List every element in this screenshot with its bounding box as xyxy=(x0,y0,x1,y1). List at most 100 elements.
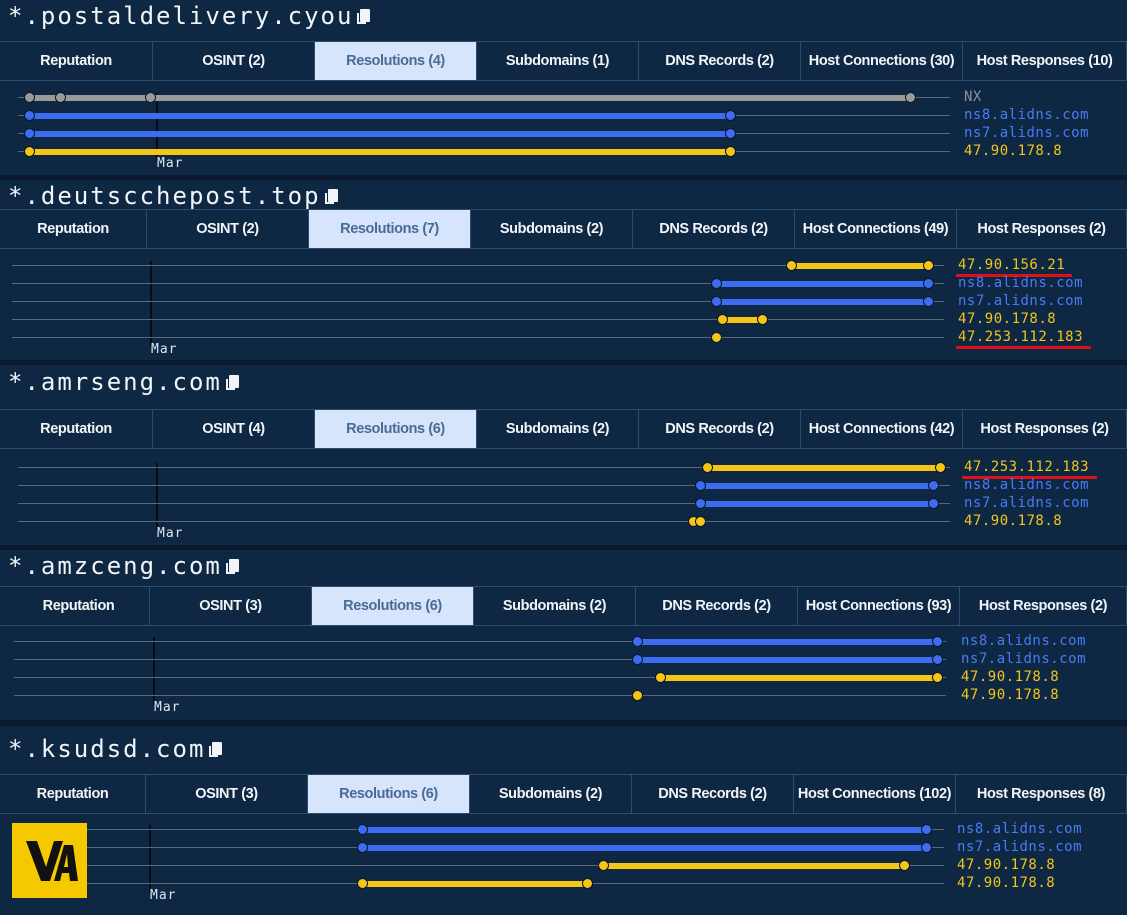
resolution-point[interactable] xyxy=(655,672,666,683)
resolution-bar[interactable] xyxy=(603,863,904,869)
resolution-point[interactable] xyxy=(923,278,934,289)
tab-resolutions[interactable]: Resolutions (6) xyxy=(312,587,474,625)
tab-host[interactable]: Host Responses (10) xyxy=(963,42,1127,80)
resolution-label[interactable]: 47.253.112.183 xyxy=(958,329,1083,345)
copy-icon[interactable] xyxy=(225,559,239,575)
tab-host[interactable]: Host Connections (49) xyxy=(795,210,957,248)
resolution-point[interactable] xyxy=(357,824,368,835)
resolution-point[interactable] xyxy=(786,260,797,271)
resolution-point[interactable] xyxy=(928,498,939,509)
copy-icon[interactable] xyxy=(225,375,239,391)
resolution-label[interactable]: ns7.alidns.com xyxy=(961,651,1086,667)
resolution-bar[interactable] xyxy=(660,675,937,681)
resolution-point[interactable] xyxy=(711,278,722,289)
tab-host[interactable]: Host Responses (2) xyxy=(960,587,1127,625)
resolution-point[interactable] xyxy=(711,296,722,307)
resolution-point[interactable] xyxy=(725,128,736,139)
tab-subdomains[interactable]: Subdomains (2) xyxy=(471,210,633,248)
resolution-label[interactable]: ns7.alidns.com xyxy=(958,293,1083,309)
tab-resolutions[interactable]: Resolutions (6) xyxy=(308,775,470,813)
resolution-point[interactable] xyxy=(725,146,736,157)
tab-reputation[interactable]: Reputation xyxy=(0,775,146,813)
resolution-point[interactable] xyxy=(725,110,736,121)
resolution-point[interactable] xyxy=(695,480,706,491)
resolution-bar[interactable] xyxy=(637,639,937,645)
resolution-point[interactable] xyxy=(145,92,156,103)
tab-host[interactable]: Host Responses (2) xyxy=(957,210,1127,248)
resolution-point[interactable] xyxy=(702,462,713,473)
resolution-label[interactable]: ns8.alidns.com xyxy=(964,107,1089,123)
resolution-bar[interactable] xyxy=(722,317,762,323)
tab-dns[interactable]: DNS Records (2) xyxy=(639,410,801,448)
resolution-bar[interactable] xyxy=(700,501,933,507)
tab-osint[interactable]: OSINT (4) xyxy=(153,410,315,448)
resolution-label[interactable]: ns8.alidns.com xyxy=(961,633,1086,649)
resolution-label[interactable]: 47.90.178.8 xyxy=(957,875,1055,891)
resolution-bar[interactable] xyxy=(362,845,926,851)
copy-icon[interactable] xyxy=(209,742,223,758)
resolution-point[interactable] xyxy=(632,636,643,647)
resolution-point[interactable] xyxy=(717,314,728,325)
resolution-point[interactable] xyxy=(632,690,643,701)
tab-resolutions[interactable]: Resolutions (4) xyxy=(315,42,477,80)
resolution-point[interactable] xyxy=(695,516,706,527)
tab-reputation[interactable]: Reputation xyxy=(0,210,147,248)
resolution-point[interactable] xyxy=(632,654,643,665)
tab-reputation[interactable]: Reputation xyxy=(0,42,153,80)
resolution-label[interactable]: ns7.alidns.com xyxy=(964,125,1089,141)
tab-subdomains[interactable]: Subdomains (2) xyxy=(477,410,639,448)
resolution-bar[interactable] xyxy=(700,483,933,489)
tab-host[interactable]: Host Connections (42) xyxy=(801,410,963,448)
resolution-point[interactable] xyxy=(711,332,722,343)
resolution-point[interactable] xyxy=(357,878,368,889)
resolution-point[interactable] xyxy=(695,498,706,509)
resolution-bar[interactable] xyxy=(362,827,926,833)
resolution-point[interactable] xyxy=(357,842,368,853)
resolution-point[interactable] xyxy=(923,260,934,271)
resolution-point[interactable] xyxy=(905,92,916,103)
tab-resolutions[interactable]: Resolutions (6) xyxy=(315,410,477,448)
tab-osint[interactable]: OSINT (2) xyxy=(153,42,315,80)
resolution-label[interactable]: 47.90.178.8 xyxy=(957,857,1055,873)
tab-host[interactable]: Host Responses (8) xyxy=(956,775,1127,813)
tab-subdomains[interactable]: Subdomains (2) xyxy=(474,587,636,625)
resolution-point[interactable] xyxy=(921,824,932,835)
resolution-point[interactable] xyxy=(932,654,943,665)
resolution-label[interactable]: ns8.alidns.com xyxy=(964,477,1089,493)
tab-host[interactable]: Host Connections (102) xyxy=(794,775,956,813)
resolution-label[interactable]: NX xyxy=(964,89,982,105)
resolution-bar[interactable] xyxy=(362,881,587,887)
tab-osint[interactable]: OSINT (3) xyxy=(146,775,308,813)
copy-icon[interactable] xyxy=(357,9,371,25)
resolution-bar[interactable] xyxy=(637,657,937,663)
resolution-label[interactable]: ns8.alidns.com xyxy=(958,275,1083,291)
resolution-label[interactable]: ns7.alidns.com xyxy=(957,839,1082,855)
resolution-point[interactable] xyxy=(932,672,943,683)
tab-dns[interactable]: DNS Records (2) xyxy=(632,775,794,813)
resolution-bar[interactable] xyxy=(791,263,928,269)
resolution-point[interactable] xyxy=(928,480,939,491)
resolution-point[interactable] xyxy=(935,462,946,473)
resolution-point[interactable] xyxy=(55,92,66,103)
resolution-label[interactable]: 47.90.178.8 xyxy=(964,143,1062,159)
resolution-point[interactable] xyxy=(923,296,934,307)
copy-icon[interactable] xyxy=(324,189,338,205)
tab-subdomains[interactable]: Subdomains (1) xyxy=(477,42,639,80)
tab-host[interactable]: Host Connections (30) xyxy=(801,42,963,80)
resolution-bar[interactable] xyxy=(716,281,928,287)
tab-dns[interactable]: DNS Records (2) xyxy=(636,587,798,625)
resolution-point[interactable] xyxy=(24,146,35,157)
resolution-point[interactable] xyxy=(899,860,910,871)
tab-osint[interactable]: OSINT (2) xyxy=(147,210,309,248)
resolution-label[interactable]: 47.253.112.183 xyxy=(964,459,1089,475)
resolution-bar[interactable] xyxy=(29,95,910,101)
tab-dns[interactable]: DNS Records (2) xyxy=(639,42,801,80)
tab-subdomains[interactable]: Subdomains (2) xyxy=(470,775,632,813)
tab-reputation[interactable]: Reputation xyxy=(8,587,150,625)
tab-host[interactable]: Host Responses (2) xyxy=(963,410,1127,448)
resolution-point[interactable] xyxy=(598,860,609,871)
resolution-label[interactable]: ns8.alidns.com xyxy=(957,821,1082,837)
resolution-bar[interactable] xyxy=(707,465,940,471)
resolution-bar[interactable] xyxy=(29,113,730,119)
resolution-label[interactable]: ns7.alidns.com xyxy=(964,495,1089,511)
